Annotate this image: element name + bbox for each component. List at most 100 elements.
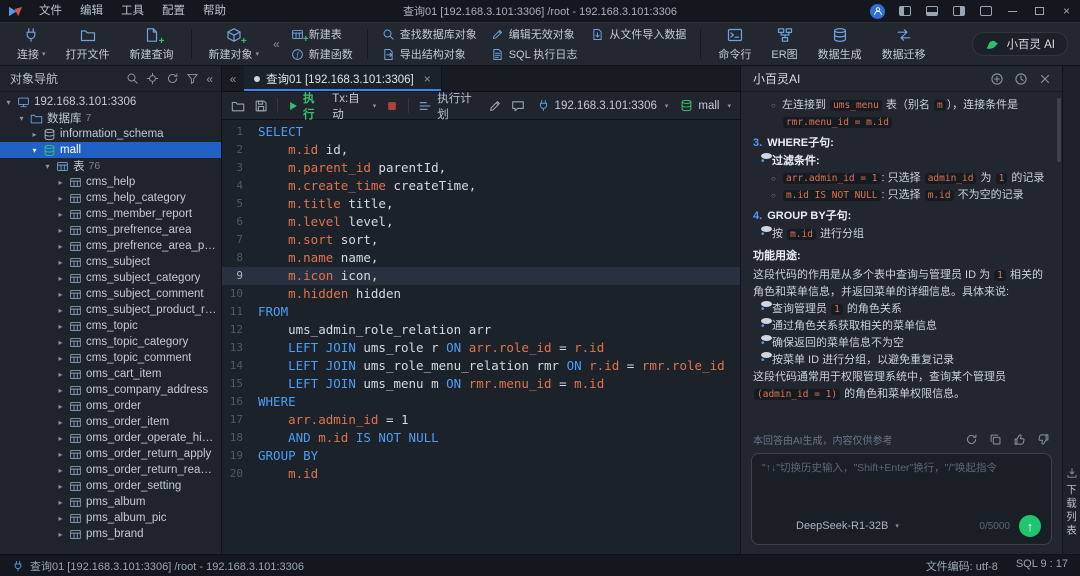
send-button[interactable]: ↑ (1019, 515, 1041, 537)
data-migrate-button[interactable]: 数据迁移 (873, 24, 935, 64)
tree-item-pms-album-pic[interactable]: ▸ pms_album_pic (0, 510, 221, 526)
code-line-5[interactable]: 5 m.title title, (222, 195, 740, 213)
code-line-19[interactable]: 19 GROUP BY (222, 447, 740, 465)
tree-item-cms-topic-category[interactable]: ▸ cms_topic_category (0, 334, 221, 350)
code-line-16[interactable]: 16 WHERE (222, 393, 740, 411)
close-icon[interactable] (1038, 72, 1052, 86)
layout-left-icon[interactable] (891, 0, 918, 22)
code-line-3[interactable]: 3 m.parent_id parentId, (222, 159, 740, 177)
tree-item-cms-help[interactable]: ▸ cms_help (0, 174, 221, 190)
code-line-13[interactable]: 13 LEFT JOIN ums_role r ON arr.role_id =… (222, 339, 740, 357)
code-line-8[interactable]: 8 m.name name, (222, 249, 740, 267)
new-query-button[interactable]: 新建查询 (121, 24, 183, 64)
chevron-right-icon[interactable]: ▸ (56, 290, 65, 299)
locate-icon[interactable] (146, 72, 159, 85)
tree-item-oms-order-operate-history[interactable]: ▸ oms_order_operate_history (0, 430, 221, 446)
chevron-right-icon[interactable]: ▸ (56, 242, 65, 251)
new-object-button[interactable]: 新建对象▾ (200, 24, 269, 64)
tree-item-cms-subject-comment[interactable]: ▸ cms_subject_comment (0, 286, 221, 302)
thumb-up-icon[interactable] (1013, 433, 1026, 446)
chevron-right-icon[interactable]: ▸ (30, 130, 39, 139)
chevron-right-icon[interactable]: ▸ (56, 418, 65, 427)
explain-plan-button[interactable]: 执行计划 (418, 90, 478, 122)
tree-item-pms-album[interactable]: ▸ pms_album (0, 494, 221, 510)
tree-item-information-schema[interactable]: ▸ information_schema (0, 126, 221, 142)
database-select[interactable]: mall ▾ (680, 99, 731, 112)
regenerate-icon[interactable] (965, 433, 978, 446)
minimize-button[interactable] (999, 0, 1026, 22)
chevron-right-icon[interactable]: ▸ (56, 386, 65, 395)
tree-item-cms-member-report[interactable]: ▸ cms_member_report (0, 206, 221, 222)
history-icon[interactable] (1014, 72, 1028, 86)
maximize-button[interactable] (1026, 0, 1053, 22)
code-line-1[interactable]: 1 SELECT (222, 123, 740, 141)
refresh-icon[interactable] (166, 72, 179, 85)
chevron-down-icon[interactable]: ▾ (43, 162, 52, 171)
code-line-2[interactable]: 2 m.id id, (222, 141, 740, 159)
chevron-down-icon[interactable]: ▾ (4, 98, 13, 107)
chevron-right-icon[interactable]: ▸ (56, 498, 65, 507)
tree-item-[interactable]: ▾ 数据库 7 (0, 110, 221, 126)
code-line-17[interactable]: 17 arr.admin_id = 1 (222, 411, 740, 429)
chevron-right-icon[interactable]: ▸ (56, 226, 65, 235)
scrollbar-thumb[interactable] (1057, 98, 1061, 162)
chevron-right-icon[interactable]: ▸ (56, 482, 65, 491)
chevron-right-icon[interactable]: ▸ (56, 450, 65, 459)
code-line-14[interactable]: 14 LEFT JOIN ums_role_menu_relation rmr … (222, 357, 740, 375)
chevron-right-icon[interactable]: ▸ (56, 178, 65, 187)
tree-item-cms-prefrence-area-product[interactable]: ▸ cms_prefrence_area_product... (0, 238, 221, 254)
close-button[interactable]: × (1053, 0, 1080, 22)
format-icon[interactable] (488, 99, 502, 113)
menu-item[interactable]: 文件 (30, 0, 71, 22)
tree-item-oms-order[interactable]: ▸ oms_order (0, 398, 221, 414)
connect-button[interactable]: 连接 ▾ (8, 24, 55, 64)
run-button[interactable]: 执行 (287, 90, 323, 122)
ai-assistant-button[interactable]: 小百灵 AI (972, 32, 1068, 56)
chevron-right-icon[interactable]: ▸ (56, 530, 65, 539)
code-line-11[interactable]: 11 FROM (222, 303, 740, 321)
command-line-button[interactable]: 命令行 (709, 24, 760, 64)
tree-item-192-168-3-101-3306[interactable]: ▾ 192.168.3.101:3306 (0, 94, 221, 110)
tree-item-cms-prefrence-area[interactable]: ▸ cms_prefrence_area (0, 222, 221, 238)
chevron-right-icon[interactable]: ▸ (56, 466, 65, 475)
tree-item-oms-order-setting[interactable]: ▸ oms_order_setting (0, 478, 221, 494)
tree-item-oms-order-return-apply[interactable]: ▸ oms_order_return_apply (0, 446, 221, 462)
layout-right-icon[interactable] (945, 0, 972, 22)
chevron-right-icon[interactable]: ▸ (56, 258, 65, 267)
toolbar-overflow-icon[interactable]: « (270, 37, 283, 51)
new-function-button[interactable]: 新建函数 (285, 45, 359, 63)
tree-item-cms-subject-category[interactable]: ▸ cms_subject_category (0, 270, 221, 286)
tree-item-oms-cart-item[interactable]: ▸ oms_cart_item (0, 366, 221, 382)
code-line-6[interactable]: 6 m.level level, (222, 213, 740, 231)
import-data-button[interactable]: 从文件导入数据 (585, 25, 692, 43)
layout-full-icon[interactable] (972, 0, 999, 22)
chevron-right-icon[interactable]: ▸ (56, 338, 65, 347)
find-db-object-button[interactable]: 查找数据库对象 (376, 25, 483, 43)
chevron-right-icon[interactable]: ▸ (56, 322, 65, 331)
chevron-right-icon[interactable]: ▸ (56, 434, 65, 443)
chevron-right-icon[interactable]: ▸ (56, 354, 65, 363)
code-line-10[interactable]: 10 m.hidden hidden (222, 285, 740, 303)
message-icon[interactable] (511, 99, 525, 113)
open-file-icon[interactable] (231, 99, 245, 113)
model-select[interactable]: DeepSeek-R1-32B ▾ (762, 520, 899, 532)
tree-item-oms-company-address[interactable]: ▸ oms_company_address (0, 382, 221, 398)
sql-log-button[interactable]: SQL 执行日志 (485, 45, 584, 63)
collapse-panel-icon[interactable]: « (206, 72, 213, 86)
new-chat-icon[interactable] (990, 72, 1004, 86)
export-structure-button[interactable]: 导出结构对象 (376, 45, 483, 63)
er-diagram-button[interactable]: ER图 (762, 24, 806, 64)
transaction-mode-select[interactable]: Tx:自动 ▾ (332, 90, 376, 122)
chevron-right-icon[interactable]: ▸ (56, 370, 65, 379)
editor-tab-query01[interactable]: 查询01 [192.168.3.101:3306] × (244, 66, 442, 91)
code-line-7[interactable]: 7 m.sort sort, (222, 231, 740, 249)
chevron-down-icon[interactable]: ▾ (30, 146, 39, 155)
account-avatar[interactable] (864, 0, 891, 22)
search-icon[interactable] (126, 72, 139, 85)
cursor-position[interactable]: SQL 9 : 17 (1016, 558, 1068, 574)
tree-item-oms-order-return-reason[interactable]: ▸ oms_order_return_reason (0, 462, 221, 478)
chevron-right-icon[interactable]: ▸ (56, 210, 65, 219)
chevron-right-icon[interactable]: ▸ (56, 306, 65, 315)
code-line-4[interactable]: 4 m.create_time createTime, (222, 177, 740, 195)
close-tab-icon[interactable]: × (424, 72, 431, 86)
